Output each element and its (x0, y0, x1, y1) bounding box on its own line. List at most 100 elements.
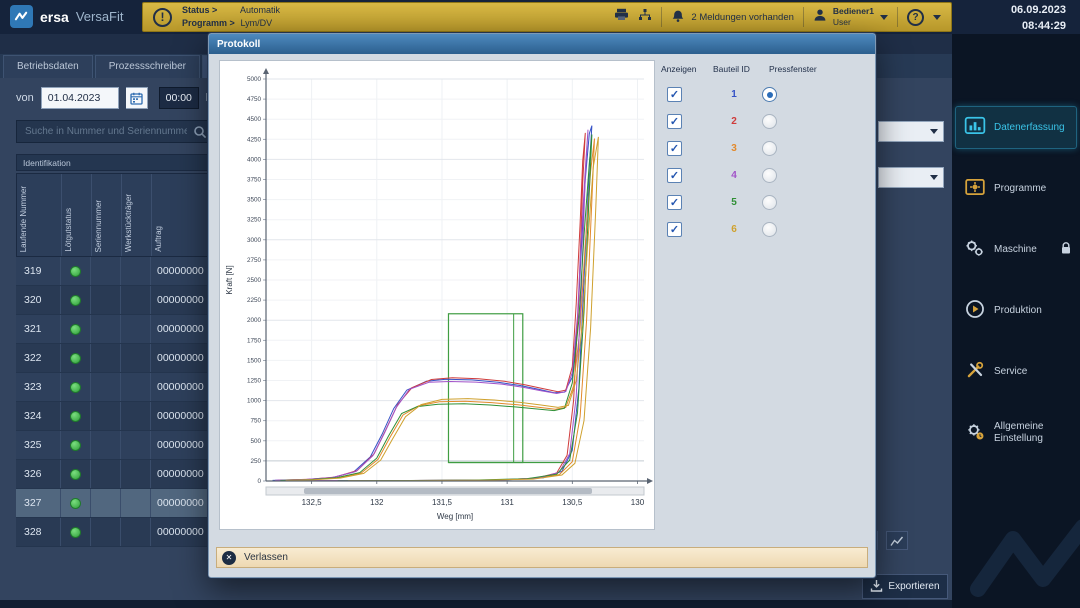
series-2 (278, 133, 586, 481)
column-header[interactable]: Seriennummer (92, 174, 122, 256)
column-header[interactable]: Lötgutstatus (62, 174, 92, 256)
status-cell (61, 489, 91, 517)
user-menu[interactable]: Bediener1 User (813, 6, 888, 27)
divider (897, 7, 898, 27)
status-ok-dot (70, 440, 81, 451)
svg-text:131,5: 131,5 (432, 498, 453, 507)
anzeigen-checkbox[interactable]: ✓ (667, 87, 682, 102)
bauteil-id: 1 (726, 89, 742, 100)
svg-text:130: 130 (631, 498, 645, 507)
legend-row: ✓3 (661, 135, 873, 162)
von-time[interactable]: 00:00 (159, 87, 199, 109)
chevron-down-icon (930, 129, 938, 134)
dialog-title: Protokoll (217, 39, 260, 50)
calendar-button[interactable] (126, 87, 148, 109)
row-number: 321 (16, 315, 61, 343)
tab-prozessschreiber[interactable]: Prozessschreiber (95, 55, 200, 78)
pressfenster-radio[interactable] (762, 87, 777, 102)
ersa-logo-icon (10, 5, 33, 28)
status-ok-dot (70, 411, 81, 422)
nav-sidebar: Datenerfassung Programme Maschine (952, 34, 1080, 608)
printer-icon[interactable] (614, 8, 629, 26)
chevron-down-icon (880, 15, 888, 20)
row-number: 322 (16, 344, 61, 372)
svg-text:4750: 4750 (247, 96, 262, 103)
column-header[interactable]: Laufende Nummer (17, 174, 62, 256)
tab-label: Prozessschreiber (109, 61, 186, 72)
pressfenster-radio[interactable] (762, 195, 777, 210)
von-date-input[interactable] (41, 87, 119, 109)
chart-hscrollbar-thumb[interactable] (304, 488, 592, 494)
divider (661, 7, 662, 27)
tab-betriebsdaten[interactable]: Betriebsdaten (3, 55, 93, 78)
sidebar-item-service[interactable]: Service (955, 350, 1077, 393)
press-window (448, 314, 522, 463)
sidebar-item-maschine[interactable]: Maschine (955, 228, 1077, 271)
warning-icon: ! (153, 8, 172, 27)
chevron-down-icon[interactable] (933, 15, 941, 20)
svg-text:5000: 5000 (247, 76, 262, 83)
svg-text:3500: 3500 (247, 197, 262, 204)
program-value: Lym/DV (241, 18, 273, 28)
column-header[interactable]: Werkstückträger (122, 174, 152, 256)
series-3 (283, 139, 595, 481)
anzeigen-checkbox[interactable]: ✓ (667, 222, 682, 237)
svg-text:4000: 4000 (247, 156, 262, 163)
anzeigen-checkbox[interactable]: ✓ (667, 195, 682, 210)
export-icon (870, 579, 883, 595)
pressfenster-radio[interactable] (762, 168, 777, 183)
search-box (16, 120, 212, 143)
filter-dropdown-1[interactable] (878, 121, 944, 142)
bauteil-id: 4 (726, 170, 742, 181)
dialog-titlebar[interactable]: Protokoll (209, 34, 875, 54)
help-button[interactable]: ? (907, 9, 924, 26)
series-legend: Anzeigen Bauteil ID Pressfenster ✓1✓2✓3✓… (661, 64, 873, 243)
row-number: 326 (16, 460, 61, 488)
legend-header-pressfenster: Pressfenster (769, 64, 839, 74)
pressfenster-radio[interactable] (762, 141, 777, 156)
status-ok-dot (70, 527, 81, 538)
program-box-icon (964, 176, 986, 201)
legend-header-anzeigen: Anzeigen (661, 64, 713, 74)
sidebar-item-datenerfassung[interactable]: Datenerfassung (955, 106, 1077, 149)
row-number: 319 (16, 257, 61, 285)
divider (803, 7, 804, 27)
tab-label: Betriebsdaten (17, 61, 79, 72)
filter-dropdown-2[interactable] (878, 167, 944, 188)
sidebar-item-produktion[interactable]: Produktion (955, 289, 1077, 332)
export-label: Exportieren (888, 581, 939, 592)
svg-text:132,5: 132,5 (302, 498, 323, 507)
status-cell (61, 373, 91, 401)
user-name: Bediener1 (833, 6, 874, 17)
svg-text:500: 500 (250, 438, 261, 445)
status-cell (61, 286, 91, 314)
anzeigen-checkbox[interactable]: ✓ (667, 141, 682, 156)
status-block: Status > Automatik Programm > Lym/DV (182, 4, 280, 29)
protokoll-dialog: Protokoll 025050075010001250150017502000… (208, 33, 876, 578)
network-icon[interactable] (638, 8, 652, 26)
search-icon[interactable] (193, 125, 207, 144)
force-displacement-chart: 0250500750100012501500175020002250250027… (219, 60, 655, 530)
legend-header-bauteil-id: Bauteil ID (713, 64, 769, 74)
sidebar-item-programme[interactable]: Programme (955, 167, 1077, 210)
svg-text:1750: 1750 (247, 337, 262, 344)
pressfenster-radio[interactable] (762, 114, 777, 129)
top-bar: ersa VersaFit ! Status > Automatik Progr… (0, 0, 1080, 34)
sidebar-label: Produktion (994, 305, 1042, 317)
exportieren-button[interactable]: Exportieren (862, 574, 948, 599)
svg-text:1000: 1000 (247, 398, 262, 405)
anzeigen-checkbox[interactable]: ✓ (667, 114, 682, 129)
messages-button[interactable]: 2 Meldungen vorhanden (671, 9, 793, 26)
pressfenster-radio[interactable] (762, 222, 777, 237)
anzeigen-checkbox[interactable]: ✓ (667, 168, 682, 183)
legend-row: ✓1 (661, 81, 873, 108)
series-4 (275, 130, 588, 481)
search-input[interactable] (16, 120, 212, 143)
graph-button[interactable] (886, 531, 908, 550)
verlassen-button[interactable]: ✕ Verlassen (216, 547, 868, 568)
datetime: 06.09.2023 08:44:29 (1011, 3, 1066, 35)
sidebar-item-allgemeine-einstellung[interactable]: Allgemeine Einstellung (955, 411, 1077, 454)
svg-text:750: 750 (250, 418, 261, 425)
status-cell (61, 460, 91, 488)
machine-status-bar: ! Status > Automatik Programm > Lym/DV 2 (142, 2, 952, 32)
